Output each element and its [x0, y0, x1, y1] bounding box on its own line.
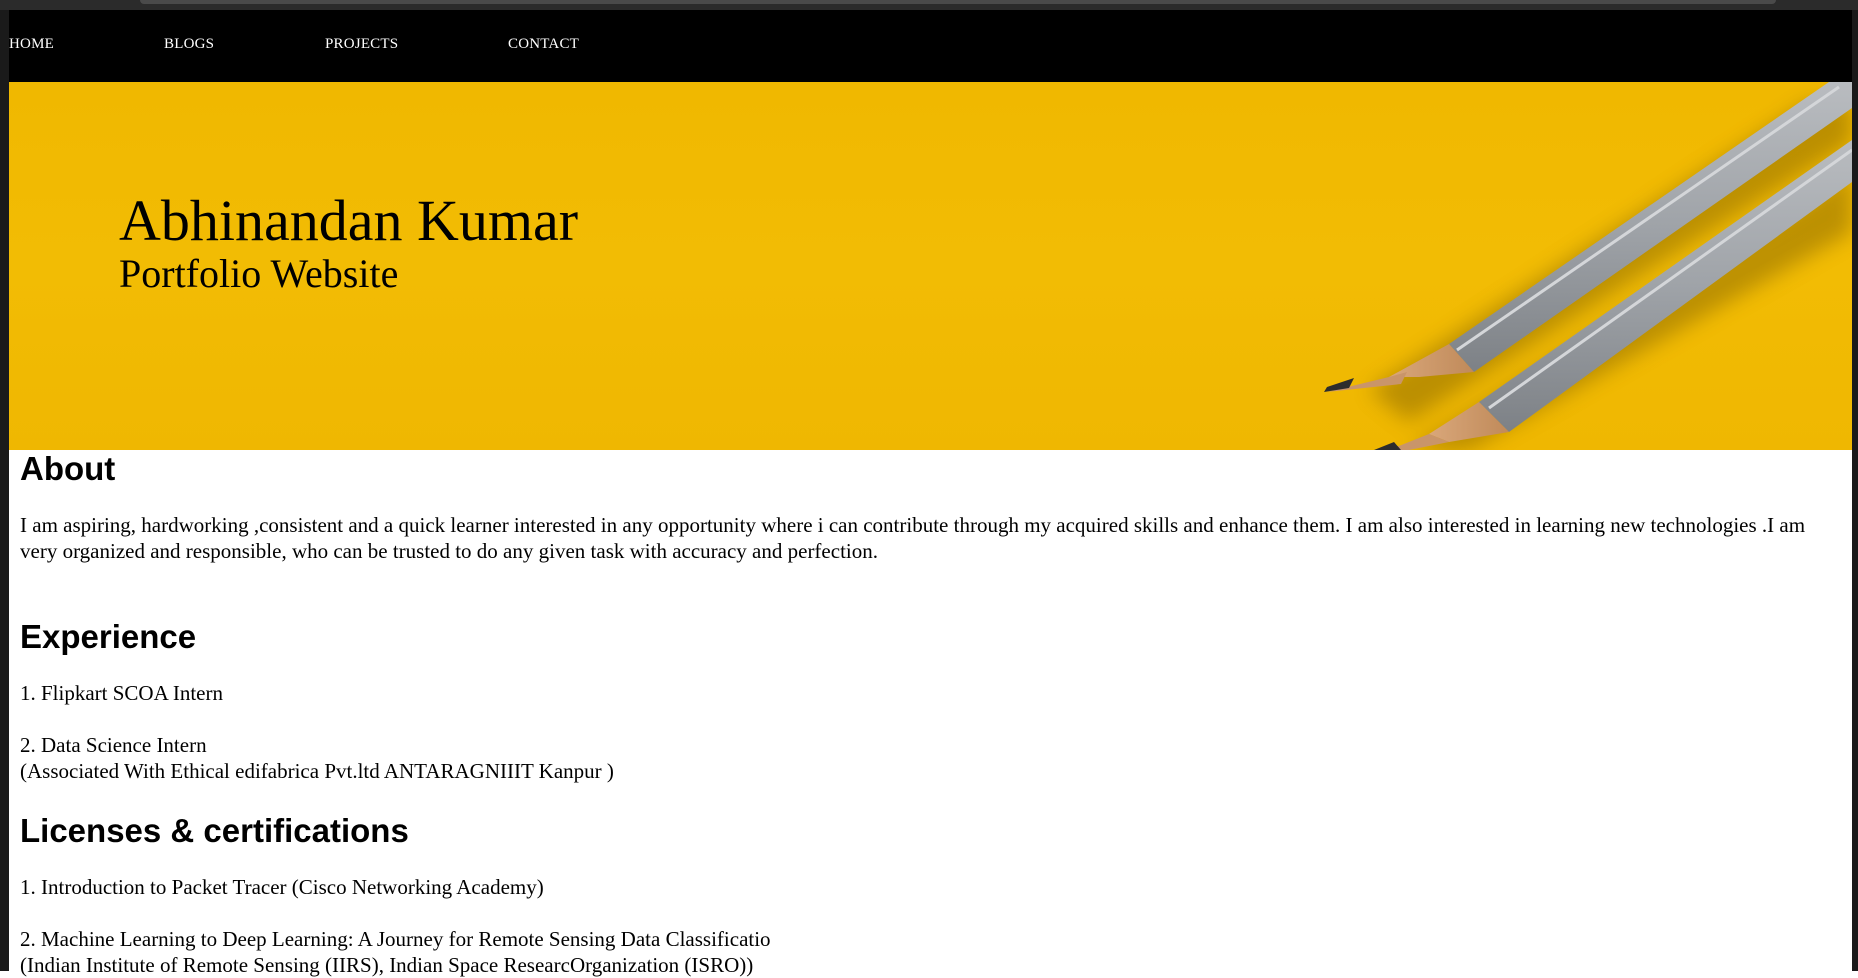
- experience-item-2-detail: (Associated With Ethical edifabrica Pvt.…: [20, 759, 614, 783]
- nav-blogs-link[interactable]: BLOGS: [164, 36, 214, 53]
- top-navbar: HOME BLOGS PROJECTS CONTACT: [0, 10, 1858, 82]
- browser-top-edge: [0, 0, 1858, 10]
- experience-heading: Experience: [20, 618, 197, 655]
- hero-banner: Abhinandan Kumar Portfolio Website: [9, 82, 1852, 450]
- browser-address-bar-edge: [140, 0, 1776, 4]
- hero-title: Abhinandan Kumar: [119, 188, 579, 253]
- certification-item-1: 1. Introduction to Packet Tracer (Cisco …: [20, 875, 544, 899]
- nav-home-link[interactable]: HOME: [9, 36, 54, 53]
- about-heading: About: [20, 450, 116, 487]
- window-left-edge: [0, 10, 9, 971]
- nav-contact-link[interactable]: CONTACT: [508, 36, 579, 53]
- certification-item-2-detail: (Indian Institute of Remote Sensing (IIR…: [20, 953, 754, 977]
- certification-item-2: 2. Machine Learning to Deep Learning: A …: [20, 927, 771, 951]
- experience-item-1: 1. Flipkart SCOA Intern: [20, 681, 223, 705]
- experience-item-2: 2. Data Science Intern: [20, 733, 207, 757]
- window-right-edge: [1852, 10, 1858, 971]
- certifications-heading: Licenses & certifications: [20, 812, 409, 849]
- nav-projects-link[interactable]: PROJECTS: [325, 36, 398, 53]
- hero-subtitle: Portfolio Website: [119, 251, 399, 296]
- about-text: I am aspiring, hardworking ,consistent a…: [20, 513, 1806, 563]
